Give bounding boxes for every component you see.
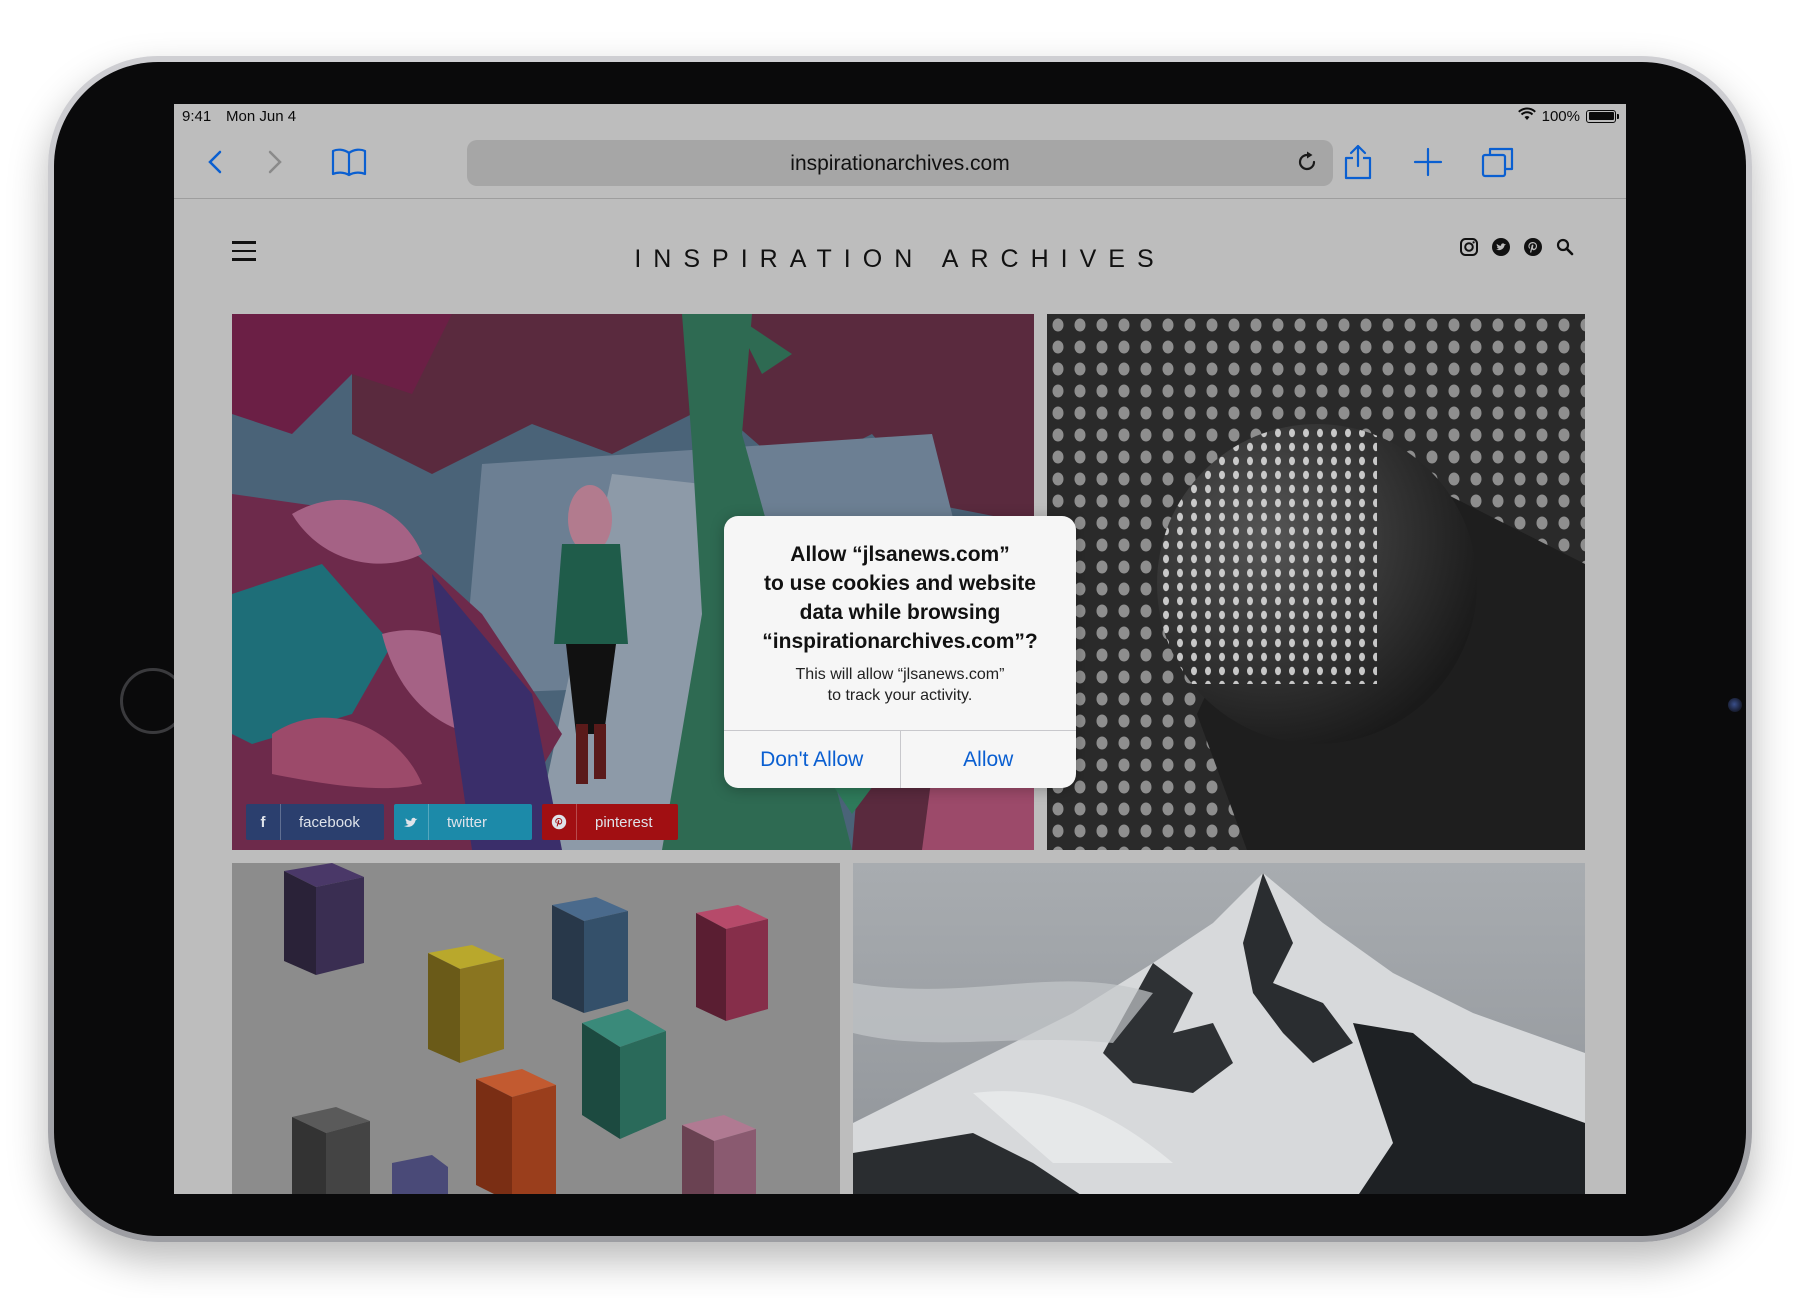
dotted-sphere-image	[1047, 314, 1585, 850]
pinterest-label: pinterest	[595, 813, 653, 831]
twitter-share-button[interactable]: twitter	[394, 804, 532, 840]
screen: 9:41 Mon Jun 4 100% inspirationarchives.…	[174, 104, 1626, 1194]
status-date: Mon Jun 4	[226, 108, 297, 125]
battery-percent: 100%	[1541, 107, 1580, 125]
reload-button[interactable]	[1295, 150, 1319, 179]
social-icons	[1458, 236, 1576, 258]
alert-message-line: This will allow “jlsanews.com”	[795, 666, 1005, 683]
alert-title-line: “inspirationarchives.com”?	[762, 630, 1038, 653]
share-icon	[1344, 144, 1372, 180]
forward-button[interactable]	[260, 140, 290, 184]
battery-icon	[1586, 109, 1619, 123]
chevron-left-icon	[208, 150, 222, 174]
facebook-icon: f	[246, 804, 281, 840]
url-text: inspirationarchives.com	[790, 152, 1010, 175]
alert-message: This will allow “jlsanews.com” to track …	[744, 664, 1056, 706]
alert-message-line: to track your activity.	[827, 687, 973, 704]
alert-title: Allow “jlsanews.com” to use cookies and …	[744, 540, 1056, 656]
alert-title-line: Allow “jlsanews.com”	[790, 543, 1010, 566]
cookie-permission-alert: Allow “jlsanews.com” to use cookies and …	[724, 516, 1076, 788]
book-icon	[331, 148, 367, 177]
allow-button[interactable]: Allow	[899, 731, 1077, 788]
alert-title-line: to use cookies and website	[764, 572, 1036, 595]
new-tab-button[interactable]	[1412, 140, 1444, 184]
bookmarks-button[interactable]	[330, 140, 368, 184]
twitter-icon[interactable]	[1490, 236, 1512, 258]
colored-cubes-image	[232, 863, 840, 1194]
tabs-icon	[1481, 147, 1514, 178]
wifi-icon	[1517, 107, 1536, 125]
pinterest-share-button[interactable]: pinterest	[542, 804, 678, 840]
snowy-mountain-tile[interactable]	[853, 863, 1585, 1194]
facebook-label: facebook	[299, 813, 360, 831]
plus-icon	[1413, 147, 1443, 177]
search-icon[interactable]	[1554, 236, 1576, 258]
pinterest-icon[interactable]	[1522, 236, 1544, 258]
front-camera	[1728, 698, 1742, 712]
site-title: INSPIRATION ARCHIVES	[634, 245, 1166, 273]
dotted-sphere-tile[interactable]	[1047, 314, 1585, 850]
reload-icon	[1298, 151, 1316, 171]
address-bar[interactable]: inspirationarchives.com	[467, 140, 1333, 186]
hamburger-menu-icon[interactable]	[232, 241, 256, 267]
pinterest-p-icon	[542, 804, 577, 840]
facebook-share-button[interactable]: f facebook	[246, 804, 384, 840]
twitter-label: twitter	[447, 813, 488, 831]
twitter-bird-icon	[394, 804, 429, 840]
status-right: 100%	[1517, 107, 1619, 125]
status-bar: 9:41 Mon Jun 4 100%	[174, 104, 1626, 130]
chevron-right-icon	[268, 150, 282, 174]
share-button[interactable]	[1342, 140, 1374, 184]
status-time: 9:41	[182, 108, 212, 125]
dont-allow-button[interactable]: Don't Allow	[724, 731, 900, 788]
snowy-mountain-image	[853, 863, 1585, 1194]
alert-title-line: data while browsing	[799, 601, 1001, 624]
browser-toolbar: inspirationarchives.com	[174, 130, 1626, 199]
alert-buttons: Don't Allow Allow	[724, 730, 1076, 788]
colored-cubes-tile[interactable]	[232, 863, 840, 1194]
share-row: f facebook twitter pinterest	[246, 804, 678, 840]
tabs-button[interactable]	[1480, 140, 1516, 184]
back-button[interactable]	[200, 140, 230, 184]
instagram-icon[interactable]	[1458, 236, 1480, 258]
